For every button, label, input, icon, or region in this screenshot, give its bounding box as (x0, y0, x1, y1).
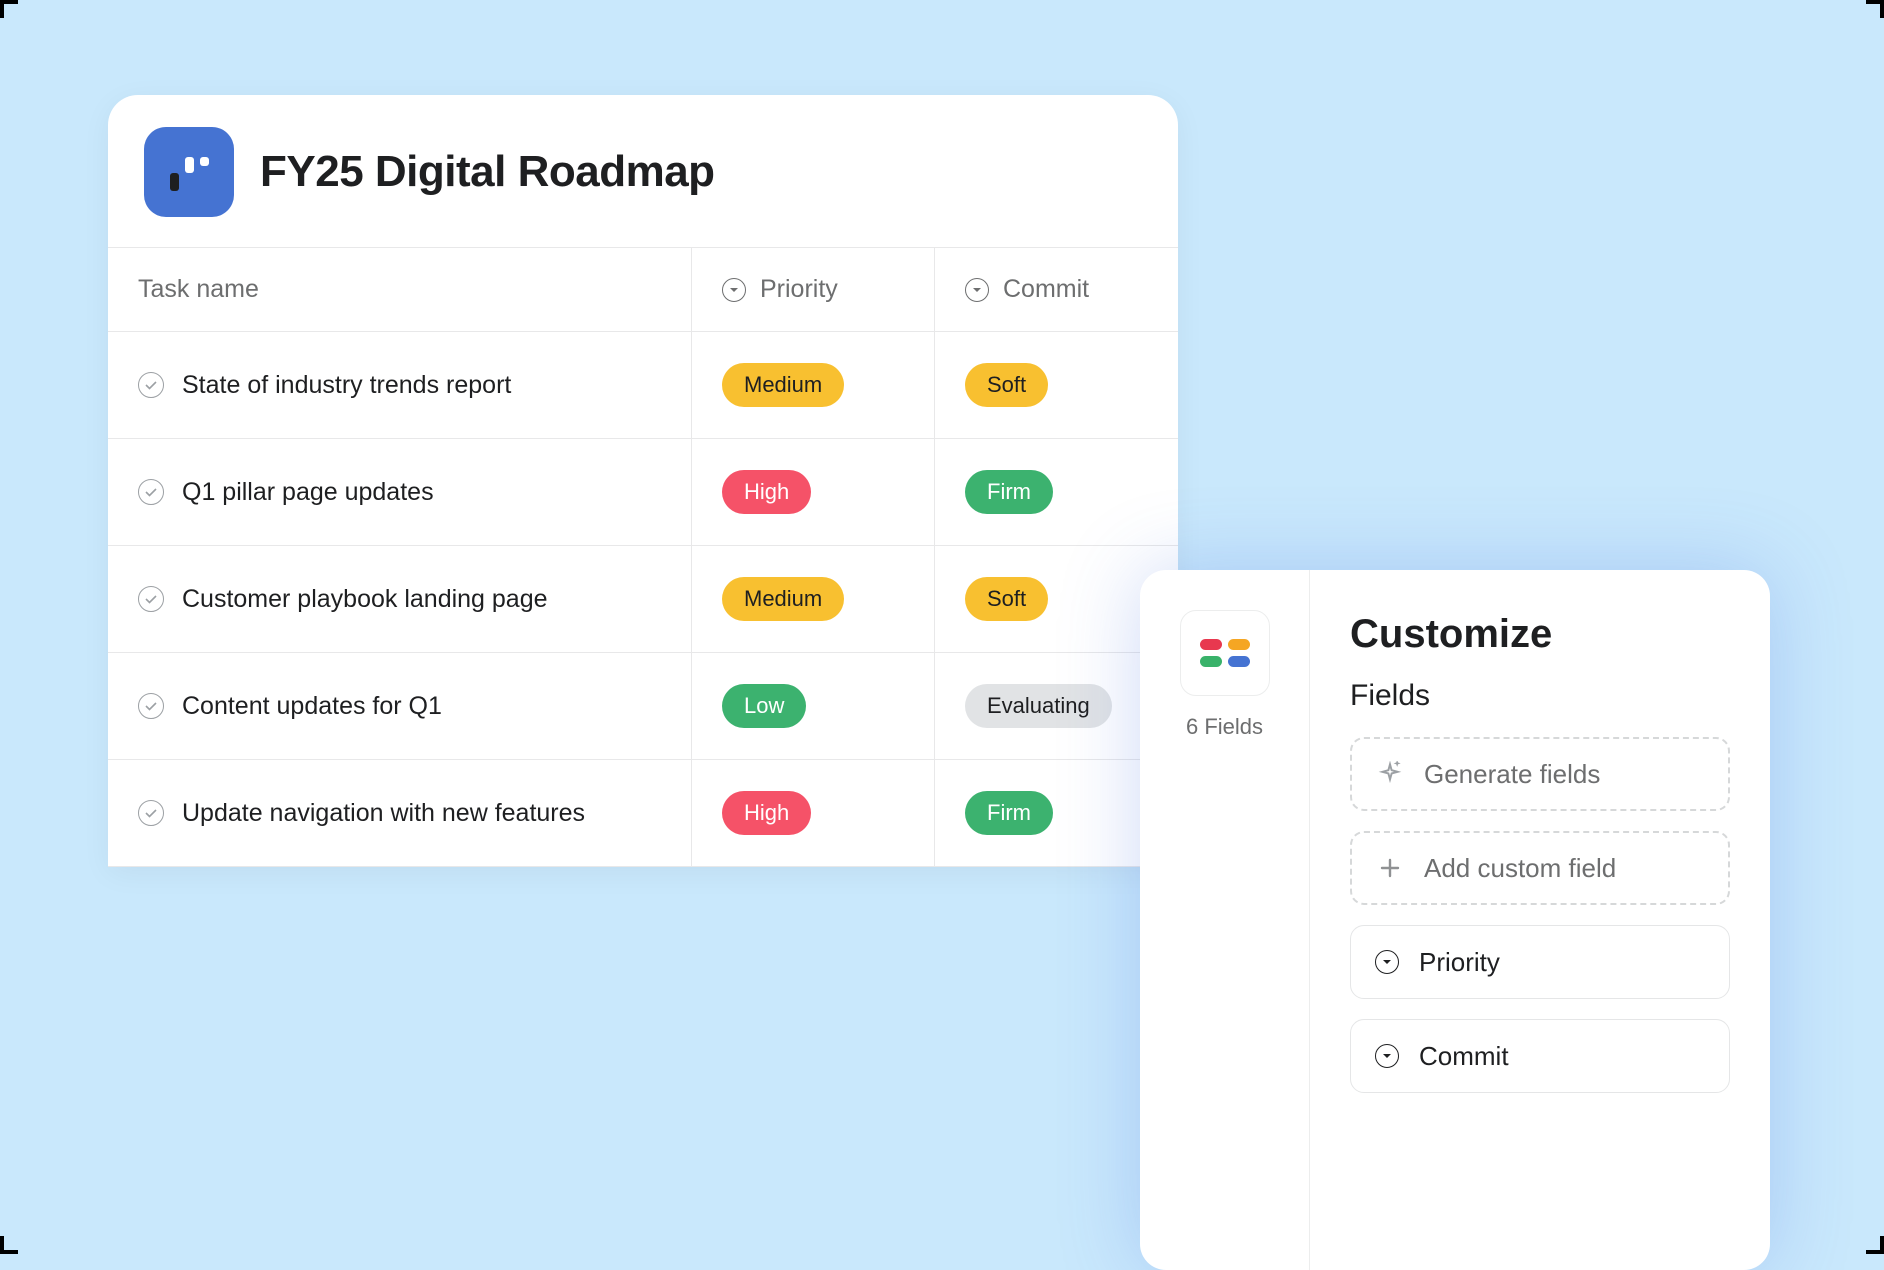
task-cell[interactable]: Customer playbook landing page (108, 546, 692, 653)
column-label: Task name (138, 275, 259, 304)
field-item-priority[interactable]: Priority (1350, 925, 1730, 999)
task-name: Update navigation with new features (182, 799, 585, 828)
priority-cell[interactable]: High (692, 760, 935, 867)
column-header-priority[interactable]: Priority (692, 248, 935, 332)
task-cell[interactable]: State of industry trends report (108, 332, 692, 439)
customize-main: Customize Fields Generate fields Add cus… (1310, 570, 1770, 1270)
button-label: Add custom field (1424, 853, 1616, 884)
column-label: Commit (1003, 275, 1089, 304)
column-header-task[interactable]: Task name (108, 248, 692, 332)
dropdown-icon (965, 278, 989, 302)
check-icon[interactable] (138, 586, 164, 612)
check-icon[interactable] (138, 372, 164, 398)
priority-cell[interactable]: Medium (692, 332, 935, 439)
priority-badge: Low (722, 684, 806, 728)
task-name: Content updates for Q1 (182, 692, 442, 721)
commit-badge: Firm (965, 791, 1053, 835)
task-table: Task name Priority Commit State of indus… (108, 247, 1178, 867)
column-header-commit[interactable]: Commit (935, 248, 1178, 332)
check-icon[interactable] (138, 693, 164, 719)
dropdown-icon (1375, 1044, 1399, 1068)
check-icon[interactable] (138, 800, 164, 826)
sparkle-icon (1376, 761, 1404, 787)
fields-category-tile[interactable] (1180, 610, 1270, 696)
column-label: Priority (760, 275, 838, 304)
button-label: Generate fields (1424, 759, 1600, 790)
priority-badge: Medium (722, 577, 844, 621)
commit-cell[interactable]: Soft (935, 332, 1178, 439)
check-icon[interactable] (138, 479, 164, 505)
project-header: FY25 Digital Roadmap (108, 95, 1178, 247)
dropdown-icon (1375, 950, 1399, 974)
priority-cell[interactable]: High (692, 439, 935, 546)
fields-heading: Fields (1350, 679, 1730, 713)
commit-badge: Evaluating (965, 684, 1112, 728)
commit-badge: Soft (965, 363, 1048, 407)
task-name: Q1 pillar page updates (182, 478, 434, 507)
task-name: Customer playbook landing page (182, 585, 548, 614)
commit-badge: Firm (965, 470, 1053, 514)
field-item-commit[interactable]: Commit (1350, 1019, 1730, 1093)
task-name: State of industry trends report (182, 371, 511, 400)
customize-title: Customize (1350, 612, 1730, 657)
project-title: FY25 Digital Roadmap (260, 147, 715, 197)
priority-badge: High (722, 470, 811, 514)
priority-badge: Medium (722, 363, 844, 407)
customize-sidebar: 6 Fields (1140, 570, 1310, 1270)
commit-cell[interactable]: Firm (935, 439, 1178, 546)
fields-category-icon (1200, 639, 1250, 667)
project-icon (144, 127, 234, 217)
plus-icon (1376, 856, 1404, 880)
add-custom-field-button[interactable]: Add custom field (1350, 831, 1730, 905)
generate-fields-button[interactable]: Generate fields (1350, 737, 1730, 811)
field-label: Priority (1419, 947, 1500, 978)
commit-badge: Soft (965, 577, 1048, 621)
customize-panel: 6 Fields Customize Fields Generate field… (1140, 570, 1770, 1270)
dropdown-icon (722, 278, 746, 302)
priority-cell[interactable]: Low (692, 653, 935, 760)
task-cell[interactable]: Q1 pillar page updates (108, 439, 692, 546)
task-cell[interactable]: Content updates for Q1 (108, 653, 692, 760)
field-label: Commit (1419, 1041, 1509, 1072)
project-table-card: FY25 Digital Roadmap Task name Priority … (108, 95, 1178, 867)
priority-badge: High (722, 791, 811, 835)
task-cell[interactable]: Update navigation with new features (108, 760, 692, 867)
priority-cell[interactable]: Medium (692, 546, 935, 653)
fields-count-label: 6 Fields (1186, 714, 1263, 740)
